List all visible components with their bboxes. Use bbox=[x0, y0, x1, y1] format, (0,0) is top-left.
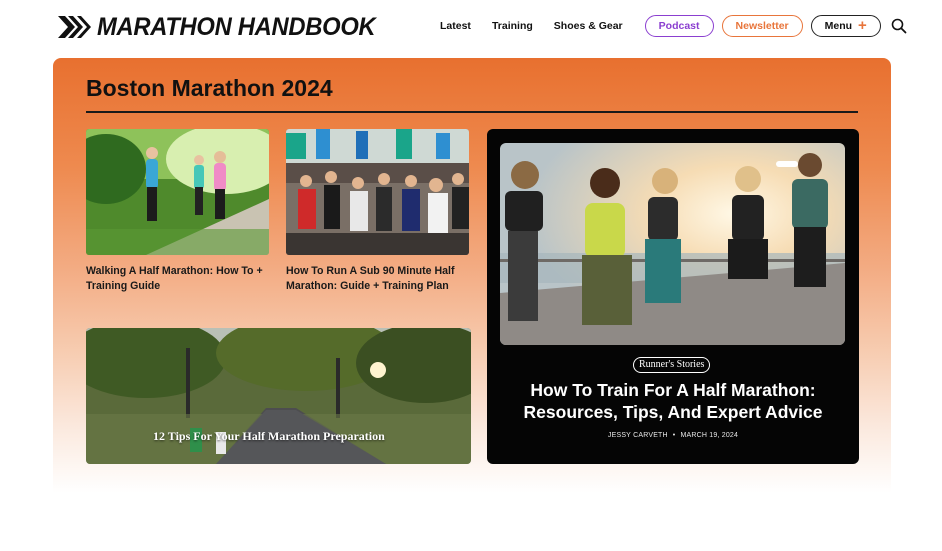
logo-text: MARATHON HANDBOOK bbox=[97, 12, 376, 41]
podcast-button[interactable]: Podcast bbox=[644, 15, 714, 37]
card-image-walking[interactable] bbox=[86, 129, 269, 255]
category-badge[interactable]: Runner's Stories bbox=[633, 357, 711, 373]
main-nav: Latest Training Shoes & Gear Podcast New… bbox=[440, 15, 907, 37]
wide-card-title[interactable]: 12 Tips For Your Half Marathon Preparati… bbox=[153, 429, 385, 444]
card-title-sub90[interactable]: How To Run A Sub 90 Minute Half Marathon… bbox=[286, 264, 469, 294]
logo-chevrons-icon bbox=[58, 16, 91, 38]
site-logo[interactable]: MARATHON HANDBOOK bbox=[58, 13, 390, 41]
section-divider bbox=[86, 111, 858, 113]
site-header: MARATHON HANDBOOK Latest Training Shoes … bbox=[0, 0, 942, 58]
nav-latest[interactable]: Latest bbox=[440, 15, 471, 37]
feature-meta: JESSY CARVETH • MARCH 19, 2024 bbox=[487, 432, 859, 439]
section-title: Boston Marathon 2024 bbox=[86, 75, 333, 101]
meta-separator: • bbox=[672, 432, 676, 439]
card-image-sub90[interactable] bbox=[286, 129, 469, 255]
search-icon[interactable] bbox=[891, 18, 907, 34]
menu-label: Menu bbox=[824, 20, 853, 32]
card-title-walking[interactable]: Walking A Half Marathon: How To + Traini… bbox=[86, 264, 269, 294]
publish-date: MARCH 19, 2024 bbox=[680, 432, 739, 439]
feature-card[interactable]: Runner's Stories How To Train For A Half… bbox=[487, 129, 859, 464]
feature-image[interactable] bbox=[500, 143, 845, 345]
feature-title[interactable]: How To Train For A Half Marathon: Resour… bbox=[497, 379, 849, 423]
boston-marathon-section: Boston Marathon 2024 Walking A Half Mara… bbox=[53, 58, 891, 493]
menu-button[interactable]: Menu + bbox=[810, 15, 881, 37]
newsletter-button[interactable]: Newsletter bbox=[721, 15, 803, 37]
author-name[interactable]: JESSY CARVETH bbox=[608, 432, 668, 439]
nav-shoes-gear[interactable]: Shoes & Gear bbox=[554, 15, 623, 37]
nav-training[interactable]: Training bbox=[492, 15, 533, 37]
plus-icon: + bbox=[858, 17, 867, 34]
